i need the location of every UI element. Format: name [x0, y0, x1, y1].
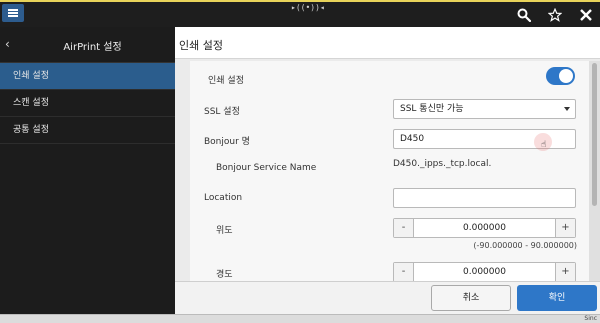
toggle-knob [559, 69, 573, 83]
location-input[interactable] [393, 188, 576, 208]
service-name-label: Bonjour Service Name [216, 163, 317, 173]
bottom-tag: Sinc [584, 315, 597, 322]
dropdown-arrow-icon [564, 107, 570, 111]
star-icon[interactable] [544, 4, 566, 26]
scrollbar-thumb[interactable] [592, 63, 597, 206]
location-label: Location [204, 193, 243, 203]
close-icon[interactable] [575, 4, 597, 26]
ssl-setting-select[interactable]: SSL 통신만 가능 [393, 99, 576, 119]
sidebar: ‹ AirPrint 설정 인쇄 설정 스캔 설정 공통 설정 [0, 27, 175, 314]
sidebar-title: AirPrint 설정 [63, 42, 122, 53]
content-area: 인쇄 설정 인쇄 설정 SSL 설정 SSL 통신만 가능 Bonjour 명 … [175, 27, 600, 314]
sidebar-item-scan-settings[interactable]: 스캔 설정 [0, 90, 175, 117]
sidebar-item-print-settings[interactable]: 인쇄 설정 [0, 63, 175, 90]
cancel-button[interactable]: 취소 [431, 285, 511, 311]
hand-cursor-icon: ☝ [541, 140, 547, 150]
top-center-indicator: ▸((•))◂ [291, 3, 325, 12]
latitude-increment-button[interactable]: + [555, 219, 575, 237]
content-header: 인쇄 설정 [175, 27, 600, 59]
ok-button[interactable]: 확인 [517, 285, 597, 311]
scrollbar[interactable] [589, 61, 600, 314]
latitude-range: (-90.000000 - 90.000000) [473, 241, 577, 250]
ssl-setting-value: SSL 통신만 가능 [400, 104, 464, 114]
menu-button[interactable] [2, 4, 24, 22]
longitude-label: 경도 [216, 270, 233, 280]
sidebar-header: ‹ AirPrint 설정 [0, 27, 175, 63]
sidebar-item-common-settings[interactable]: 공통 설정 [0, 117, 175, 144]
top-bar: ▸((•))◂ [0, 0, 600, 27]
print-setting-label: 인쇄 설정 [208, 76, 244, 86]
print-setting-toggle[interactable] [546, 67, 575, 85]
longitude-decrement-button[interactable]: - [394, 263, 414, 281]
longitude-value[interactable]: 0.000000 [414, 263, 555, 281]
search-icon[interactable] [513, 4, 535, 26]
latitude-value[interactable]: 0.000000 [414, 219, 555, 237]
latitude-stepper[interactable]: - 0.000000 + [393, 218, 576, 238]
bonjour-name-label: Bonjour 명 [204, 137, 250, 147]
service-name-value: D450._ipps._tcp.local. [393, 159, 492, 169]
footer-bar: 취소 확인 [175, 281, 600, 314]
latitude-label: 위도 [216, 226, 233, 236]
hamburger-icon [8, 9, 18, 17]
longitude-increment-button[interactable]: + [555, 263, 575, 281]
ssl-setting-label: SSL 설정 [204, 107, 240, 117]
bottom-strip: Sinc [0, 314, 600, 323]
longitude-stepper[interactable]: - 0.000000 + [393, 262, 576, 282]
latitude-decrement-button[interactable]: - [394, 219, 414, 237]
page-title: 인쇄 설정 [179, 39, 223, 52]
